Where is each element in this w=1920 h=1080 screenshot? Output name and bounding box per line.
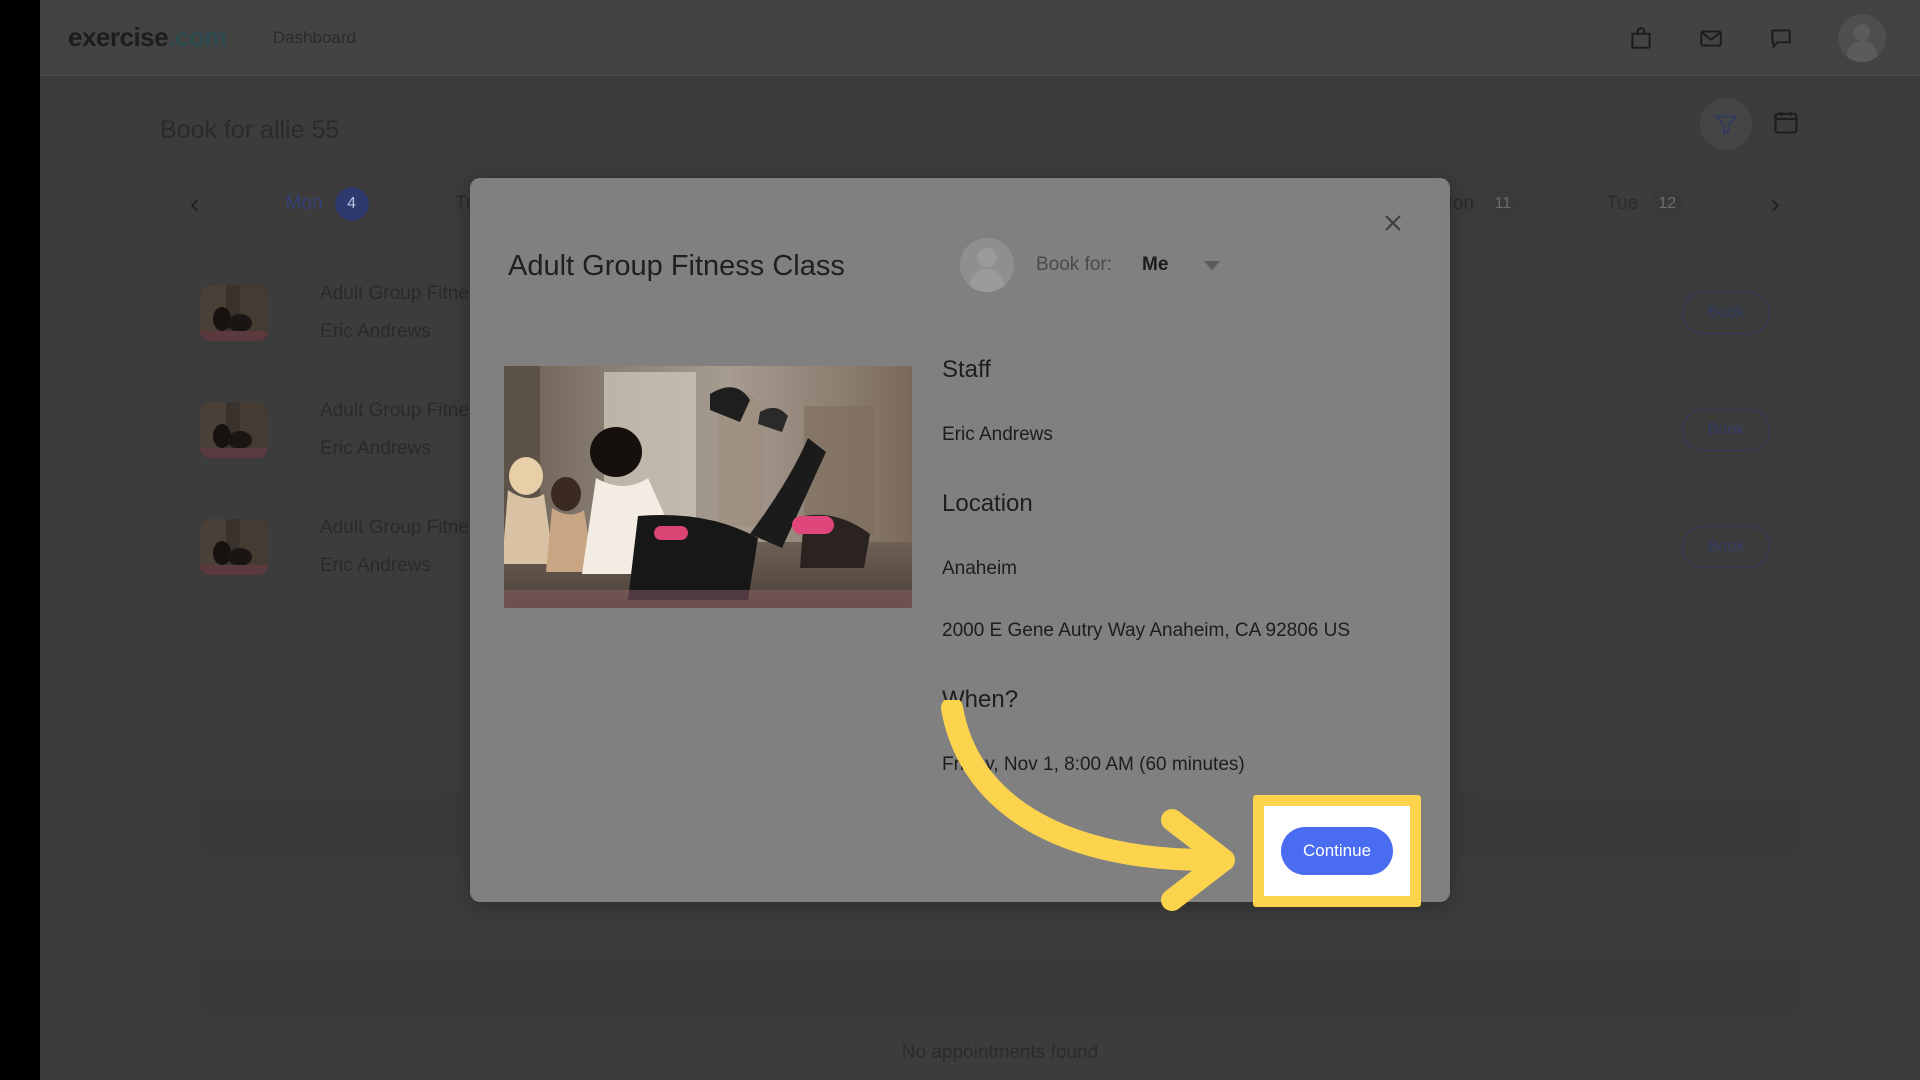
- class-thumbnail: [200, 401, 268, 458]
- location-address: 2000 E Gene Autry Way Anaheim, CA 92806 …: [942, 620, 1351, 641]
- class-thumbnail: [200, 284, 268, 341]
- week-day-8-label: Tue: [1606, 193, 1639, 214]
- week-day-8[interactable]: Tue 12: [1606, 187, 1685, 221]
- top-navigation-actions: [1628, 0, 1886, 76]
- class-photo: [504, 366, 912, 608]
- brand-logo-suffix: .com: [168, 22, 227, 52]
- book-for-label: Book for:: [1036, 254, 1113, 275]
- week-day-7-number: 11: [1485, 187, 1520, 221]
- location-heading: Location: [942, 490, 1033, 517]
- staff-heading: Staff: [942, 356, 991, 383]
- annotation-highlight-box: Continue: [1253, 795, 1421, 907]
- header-actions: [1700, 98, 1800, 150]
- top-navigation-bar: exercise.com Dashboard: [40, 0, 1920, 76]
- calendar-icon[interactable]: [1772, 108, 1800, 141]
- week-day-8-number: 12: [1650, 187, 1685, 221]
- avatar[interactable]: [1838, 14, 1886, 62]
- location-name: Anaheim: [942, 558, 1017, 579]
- modal-title: Adult Group Fitness Class: [508, 250, 845, 282]
- chevron-down-icon[interactable]: [1204, 260, 1221, 270]
- envelope-icon[interactable]: [1698, 25, 1724, 51]
- week-day-0-label: Mon: [285, 193, 323, 214]
- when-heading: When?: [942, 686, 1019, 713]
- bag-icon[interactable]: [1628, 25, 1654, 51]
- class-thumbnail: [200, 518, 268, 575]
- close-icon[interactable]: [1376, 206, 1410, 240]
- nav-link-dashboard[interactable]: Dashboard: [273, 28, 356, 48]
- class-details: Staff Eric Andrews Location Anaheim 2000…: [942, 356, 1412, 820]
- book-for-control[interactable]: Book for: Me: [960, 238, 1221, 292]
- book-for-value: Me: [1142, 254, 1169, 275]
- chat-icon[interactable]: [1768, 25, 1794, 51]
- section-band: [200, 954, 1800, 1016]
- week-prev-button[interactable]: ‹: [190, 190, 199, 218]
- avatar: [960, 238, 1014, 292]
- empty-state-message: No appointments found: [901, 1042, 1099, 1063]
- filter-icon[interactable]: [1700, 98, 1752, 150]
- book-button[interactable]: Book: [1682, 525, 1770, 568]
- book-button[interactable]: Book: [1682, 291, 1770, 334]
- brand-logo[interactable]: exercise.com: [68, 22, 227, 53]
- week-next-button[interactable]: ›: [1771, 190, 1780, 218]
- week-day-0[interactable]: Mon 4: [286, 187, 369, 221]
- continue-button[interactable]: Continue: [1281, 827, 1393, 875]
- when-value: Friday, Nov 1, 8:00 AM (60 minutes): [942, 754, 1245, 775]
- week-day-0-number: 4: [334, 187, 369, 221]
- book-button[interactable]: Book: [1682, 408, 1770, 451]
- booking-modal: Adult Group Fitness Class Book for: Me S…: [470, 178, 1450, 902]
- staff-name: Eric Andrews: [942, 424, 1053, 445]
- brand-logo-main: exercise: [68, 22, 169, 52]
- page-title: Book for allie 55: [160, 116, 340, 144]
- screenshot-root: exercise.com Dashboard Book for allie 55…: [0, 0, 1920, 1080]
